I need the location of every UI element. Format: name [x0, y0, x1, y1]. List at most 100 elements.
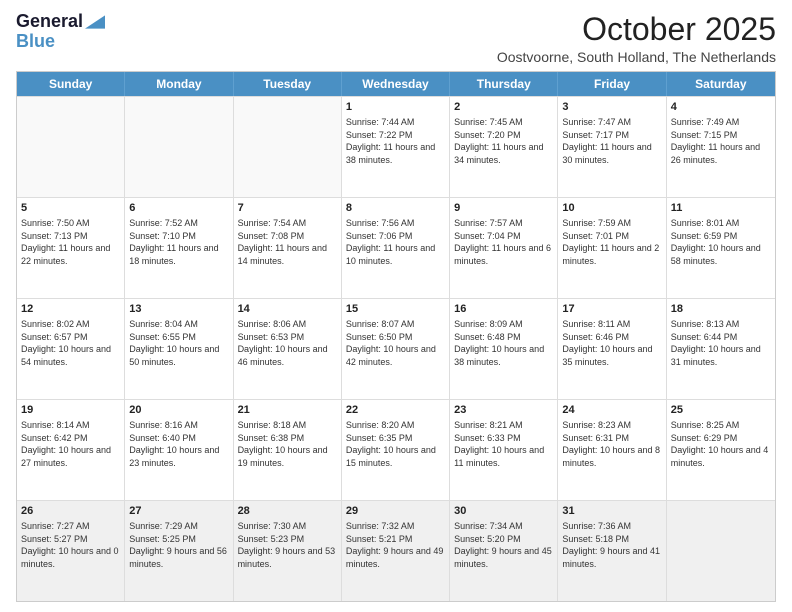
day-header-saturday: Saturday — [667, 72, 775, 96]
week-3: 12Sunrise: 8:02 AM Sunset: 6:57 PM Dayli… — [17, 298, 775, 399]
day-content-30: Sunrise: 7:34 AM Sunset: 5:20 PM Dayligh… — [454, 520, 553, 570]
day-number-8: 8 — [346, 201, 445, 216]
day-content-25: Sunrise: 8:25 AM Sunset: 6:29 PM Dayligh… — [671, 419, 771, 469]
day-number-15: 15 — [346, 302, 445, 317]
day-cell-18: 18Sunrise: 8:13 AM Sunset: 6:44 PM Dayli… — [667, 299, 775, 399]
day-cell-6: 6Sunrise: 7:52 AM Sunset: 7:10 PM Daylig… — [125, 198, 233, 298]
day-cell-24: 24Sunrise: 8:23 AM Sunset: 6:31 PM Dayli… — [558, 400, 666, 500]
day-cell-31: 31Sunrise: 7:36 AM Sunset: 5:18 PM Dayli… — [558, 501, 666, 601]
day-cell-22: 22Sunrise: 8:20 AM Sunset: 6:35 PM Dayli… — [342, 400, 450, 500]
calendar-body: 1Sunrise: 7:44 AM Sunset: 7:22 PM Daylig… — [17, 96, 775, 601]
day-content-9: Sunrise: 7:57 AM Sunset: 7:04 PM Dayligh… — [454, 217, 553, 267]
day-number-22: 22 — [346, 403, 445, 418]
title-block: October 2025 Oostvoorne, South Holland, … — [497, 12, 776, 65]
day-cell-17: 17Sunrise: 8:11 AM Sunset: 6:46 PM Dayli… — [558, 299, 666, 399]
day-number-1: 1 — [346, 100, 445, 115]
day-cell-15: 15Sunrise: 8:07 AM Sunset: 6:50 PM Dayli… — [342, 299, 450, 399]
day-cell-16: 16Sunrise: 8:09 AM Sunset: 6:48 PM Dayli… — [450, 299, 558, 399]
day-number-17: 17 — [562, 302, 661, 317]
day-number-19: 19 — [21, 403, 120, 418]
empty-cell-0-0 — [17, 97, 125, 197]
day-cell-29: 29Sunrise: 7:32 AM Sunset: 5:21 PM Dayli… — [342, 501, 450, 601]
day-cell-10: 10Sunrise: 7:59 AM Sunset: 7:01 PM Dayli… — [558, 198, 666, 298]
day-header-friday: Friday — [558, 72, 666, 96]
logo-general: General — [16, 12, 83, 32]
day-content-21: Sunrise: 8:18 AM Sunset: 6:38 PM Dayligh… — [238, 419, 337, 469]
day-number-6: 6 — [129, 201, 228, 216]
day-header-thursday: Thursday — [450, 72, 558, 96]
day-number-9: 9 — [454, 201, 553, 216]
day-cell-14: 14Sunrise: 8:06 AM Sunset: 6:53 PM Dayli… — [234, 299, 342, 399]
day-number-2: 2 — [454, 100, 553, 115]
day-number-24: 24 — [562, 403, 661, 418]
month-title: October 2025 — [497, 12, 776, 47]
day-number-28: 28 — [238, 504, 337, 519]
day-content-29: Sunrise: 7:32 AM Sunset: 5:21 PM Dayligh… — [346, 520, 445, 570]
day-number-5: 5 — [21, 201, 120, 216]
day-content-13: Sunrise: 8:04 AM Sunset: 6:55 PM Dayligh… — [129, 318, 228, 368]
week-5: 26Sunrise: 7:27 AM Sunset: 5:27 PM Dayli… — [17, 500, 775, 601]
day-number-25: 25 — [671, 403, 771, 418]
day-number-21: 21 — [238, 403, 337, 418]
day-cell-11: 11Sunrise: 8:01 AM Sunset: 6:59 PM Dayli… — [667, 198, 775, 298]
day-content-1: Sunrise: 7:44 AM Sunset: 7:22 PM Dayligh… — [346, 116, 445, 166]
logo-blue: Blue — [16, 32, 55, 52]
day-number-7: 7 — [238, 201, 337, 216]
day-cell-12: 12Sunrise: 8:02 AM Sunset: 6:57 PM Dayli… — [17, 299, 125, 399]
week-2: 5Sunrise: 7:50 AM Sunset: 7:13 PM Daylig… — [17, 197, 775, 298]
location: Oostvoorne, South Holland, The Netherlan… — [497, 49, 776, 65]
day-cell-8: 8Sunrise: 7:56 AM Sunset: 7:06 PM Daylig… — [342, 198, 450, 298]
day-number-29: 29 — [346, 504, 445, 519]
day-cell-23: 23Sunrise: 8:21 AM Sunset: 6:33 PM Dayli… — [450, 400, 558, 500]
day-cell-4: 4Sunrise: 7:49 AM Sunset: 7:15 PM Daylig… — [667, 97, 775, 197]
day-number-16: 16 — [454, 302, 553, 317]
empty-cell-0-1 — [125, 97, 233, 197]
day-content-27: Sunrise: 7:29 AM Sunset: 5:25 PM Dayligh… — [129, 520, 228, 570]
day-cell-7: 7Sunrise: 7:54 AM Sunset: 7:08 PM Daylig… — [234, 198, 342, 298]
logo: General Blue — [16, 12, 105, 52]
day-cell-13: 13Sunrise: 8:04 AM Sunset: 6:55 PM Dayli… — [125, 299, 233, 399]
day-number-4: 4 — [671, 100, 771, 115]
empty-cell-0-2 — [234, 97, 342, 197]
day-content-31: Sunrise: 7:36 AM Sunset: 5:18 PM Dayligh… — [562, 520, 661, 570]
day-content-11: Sunrise: 8:01 AM Sunset: 6:59 PM Dayligh… — [671, 217, 771, 267]
day-cell-21: 21Sunrise: 8:18 AM Sunset: 6:38 PM Dayli… — [234, 400, 342, 500]
day-header-monday: Monday — [125, 72, 233, 96]
day-content-24: Sunrise: 8:23 AM Sunset: 6:31 PM Dayligh… — [562, 419, 661, 469]
day-cell-5: 5Sunrise: 7:50 AM Sunset: 7:13 PM Daylig… — [17, 198, 125, 298]
day-number-3: 3 — [562, 100, 661, 115]
day-content-26: Sunrise: 7:27 AM Sunset: 5:27 PM Dayligh… — [21, 520, 120, 570]
day-number-23: 23 — [454, 403, 553, 418]
day-number-27: 27 — [129, 504, 228, 519]
empty-cell-4-6 — [667, 501, 775, 601]
day-cell-30: 30Sunrise: 7:34 AM Sunset: 5:20 PM Dayli… — [450, 501, 558, 601]
day-header-wednesday: Wednesday — [342, 72, 450, 96]
day-content-28: Sunrise: 7:30 AM Sunset: 5:23 PM Dayligh… — [238, 520, 337, 570]
day-content-4: Sunrise: 7:49 AM Sunset: 7:15 PM Dayligh… — [671, 116, 771, 166]
day-content-3: Sunrise: 7:47 AM Sunset: 7:17 PM Dayligh… — [562, 116, 661, 166]
day-cell-1: 1Sunrise: 7:44 AM Sunset: 7:22 PM Daylig… — [342, 97, 450, 197]
day-header-sunday: Sunday — [17, 72, 125, 96]
day-content-22: Sunrise: 8:20 AM Sunset: 6:35 PM Dayligh… — [346, 419, 445, 469]
day-number-13: 13 — [129, 302, 228, 317]
day-content-2: Sunrise: 7:45 AM Sunset: 7:20 PM Dayligh… — [454, 116, 553, 166]
day-content-8: Sunrise: 7:56 AM Sunset: 7:06 PM Dayligh… — [346, 217, 445, 267]
day-content-12: Sunrise: 8:02 AM Sunset: 6:57 PM Dayligh… — [21, 318, 120, 368]
day-cell-3: 3Sunrise: 7:47 AM Sunset: 7:17 PM Daylig… — [558, 97, 666, 197]
week-4: 19Sunrise: 8:14 AM Sunset: 6:42 PM Dayli… — [17, 399, 775, 500]
day-content-5: Sunrise: 7:50 AM Sunset: 7:13 PM Dayligh… — [21, 217, 120, 267]
day-content-16: Sunrise: 8:09 AM Sunset: 6:48 PM Dayligh… — [454, 318, 553, 368]
day-header-tuesday: Tuesday — [234, 72, 342, 96]
header: General Blue October 2025 Oostvoorne, So… — [16, 12, 776, 65]
day-cell-9: 9Sunrise: 7:57 AM Sunset: 7:04 PM Daylig… — [450, 198, 558, 298]
calendar: Sunday Monday Tuesday Wednesday Thursday… — [16, 71, 776, 602]
day-number-12: 12 — [21, 302, 120, 317]
day-content-10: Sunrise: 7:59 AM Sunset: 7:01 PM Dayligh… — [562, 217, 661, 267]
logo-icon — [85, 15, 105, 29]
day-content-7: Sunrise: 7:54 AM Sunset: 7:08 PM Dayligh… — [238, 217, 337, 267]
day-cell-19: 19Sunrise: 8:14 AM Sunset: 6:42 PM Dayli… — [17, 400, 125, 500]
day-content-18: Sunrise: 8:13 AM Sunset: 6:44 PM Dayligh… — [671, 318, 771, 368]
day-number-20: 20 — [129, 403, 228, 418]
day-content-19: Sunrise: 8:14 AM Sunset: 6:42 PM Dayligh… — [21, 419, 120, 469]
day-cell-27: 27Sunrise: 7:29 AM Sunset: 5:25 PM Dayli… — [125, 501, 233, 601]
